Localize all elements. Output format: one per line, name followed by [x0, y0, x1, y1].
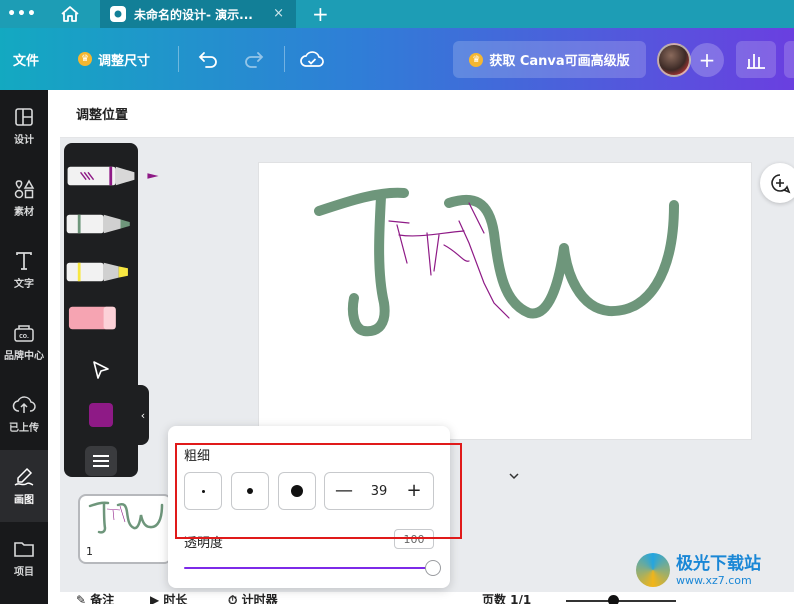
opacity-slider-thumb[interactable]	[425, 560, 441, 576]
comment-plus-icon	[771, 174, 791, 194]
highlighter-tool[interactable]	[64, 259, 138, 285]
layout-icon	[15, 107, 33, 126]
home-button[interactable]	[44, 0, 96, 28]
left-sidebar: 设计 素材 文字 CO. 品牌中心 已上传 画图 项目	[0, 90, 48, 604]
annotation-highlight-box	[175, 443, 462, 539]
brand-icon: CO.	[14, 324, 34, 342]
freehand-drawing[interactable]	[259, 163, 751, 439]
sidebar-item-label: 品牌中心	[4, 350, 44, 362]
opacity-slider-track[interactable]	[184, 567, 434, 569]
sidebar-item-label: 画图	[14, 494, 34, 506]
chevron-down-icon	[509, 473, 519, 480]
notes-button[interactable]: ✎ 备注	[76, 592, 114, 604]
site-watermark: 极光下载站 www.xz7.com	[636, 550, 794, 590]
collapse-palette-button[interactable]: ‹	[137, 385, 149, 445]
page-count: 页数 1/1	[482, 593, 532, 604]
sidebar-item-label: 设计	[14, 134, 34, 146]
upgrade-label: 获取 Canva可画高级版	[489, 54, 630, 69]
resize-label: 调整尺寸	[98, 53, 151, 69]
sidebar-item-text[interactable]: 文字	[0, 234, 48, 306]
sidebar-item-label: 文字	[14, 278, 34, 290]
undo-button[interactable]	[197, 28, 219, 90]
redo-button[interactable]	[243, 28, 265, 90]
sidebar-item-label: 已上传	[9, 422, 39, 434]
upload-icon	[12, 395, 36, 413]
svg-text:CO.: CO.	[19, 334, 29, 340]
design-canvas-page[interactable]	[259, 163, 751, 439]
context-toolbar: 调整位置	[60, 90, 794, 138]
draw-icon	[14, 467, 34, 486]
duration-label: 时长	[163, 593, 188, 604]
zoom-slider-thumb[interactable]	[608, 595, 619, 604]
collapse-pages-button[interactable]	[478, 467, 550, 485]
elements-icon	[14, 178, 35, 198]
sidebar-item-draw[interactable]: 画图	[0, 450, 48, 522]
sidebar-item-elements[interactable]: 素材	[0, 162, 48, 234]
menu-bar	[93, 460, 109, 462]
menu-bar	[93, 465, 109, 467]
notes-label: 备注	[90, 593, 115, 604]
add-comment-button[interactable]	[760, 163, 794, 203]
crown-icon: ♛	[78, 52, 92, 66]
redo-icon	[245, 52, 264, 68]
green-pen-tool[interactable]	[64, 211, 138, 237]
crown-icon: ♛	[469, 52, 484, 67]
home-icon	[61, 6, 79, 22]
folder-icon	[14, 541, 34, 557]
thumbnail-drawing	[88, 501, 164, 534]
marker-pen-tool[interactable]	[64, 163, 164, 189]
sidebar-item-uploads[interactable]: 已上传	[0, 378, 48, 450]
duration-button[interactable]: ▶ 时长	[150, 592, 187, 604]
sidebar-item-projects[interactable]: 项目	[0, 522, 48, 594]
tab-close-icon[interactable]: ×	[273, 6, 284, 21]
watermark-title: 极光下载站	[676, 553, 761, 574]
timer-button[interactable]: ⏱ 计时器	[228, 592, 278, 604]
cloud-check-icon	[300, 51, 324, 67]
eraser-tool[interactable]	[64, 305, 138, 331]
undo-icon	[198, 52, 217, 68]
zoom-slider-track[interactable]	[566, 600, 676, 602]
page-number: 1	[86, 545, 93, 558]
draw-tool-palette	[64, 143, 159, 477]
insights-button[interactable]	[736, 41, 776, 78]
file-menu-button[interactable]: 文件	[13, 28, 39, 90]
watermark-logo-icon	[636, 553, 670, 587]
tool-settings-button[interactable]	[85, 446, 117, 476]
selected-color-swatch[interactable]	[89, 403, 113, 427]
cloud-save-button[interactable]	[300, 28, 324, 90]
more-dots-icon[interactable]: •••	[0, 6, 44, 22]
select-arrow-icon[interactable]	[90, 359, 112, 381]
header-divider	[284, 46, 285, 72]
share-button[interactable]	[784, 41, 794, 78]
play-icon: ▶	[150, 593, 160, 604]
new-tab-button[interactable]: +	[312, 2, 329, 26]
watermark-url: www.xz7.com	[676, 573, 752, 587]
tab-design[interactable]: 未命名的设计- 演示... ×	[100, 0, 296, 28]
editor-header: 文件 ♛ 调整尺寸 ♛ 获取 Canva可画高级版 +	[0, 28, 794, 90]
text-icon	[16, 251, 32, 270]
resize-button[interactable]: ♛ 调整尺寸	[78, 28, 150, 90]
sidebar-item-label: 项目	[14, 566, 34, 578]
green-stroke-j	[314, 187, 409, 337]
canva-tab-icon	[110, 6, 126, 22]
sidebar-item-design[interactable]: 设计	[0, 90, 48, 162]
sidebar-item-brand[interactable]: CO. 品牌中心	[0, 306, 48, 378]
position-button[interactable]: 调整位置	[76, 104, 128, 123]
green-stroke-w	[444, 194, 679, 319]
stopwatch-icon: ⏱	[228, 593, 238, 604]
notes-icon: ✎	[76, 593, 87, 604]
header-divider	[178, 46, 179, 72]
sidebar-item-label: 素材	[14, 206, 34, 218]
bar-chart-icon	[747, 53, 765, 69]
invite-button[interactable]: +	[690, 43, 724, 77]
timer-label: 计时器	[241, 593, 278, 604]
menu-bar	[93, 455, 109, 457]
page-thumbnail[interactable]: 1	[78, 494, 172, 564]
avatar[interactable]	[657, 43, 691, 77]
upgrade-button[interactable]: ♛ 获取 Canva可画高级版	[453, 41, 646, 78]
tool-panel-edge	[48, 90, 60, 604]
tab-title: 未命名的设计- 演示...	[134, 7, 253, 22]
chevron-left-icon: ‹	[140, 408, 146, 422]
